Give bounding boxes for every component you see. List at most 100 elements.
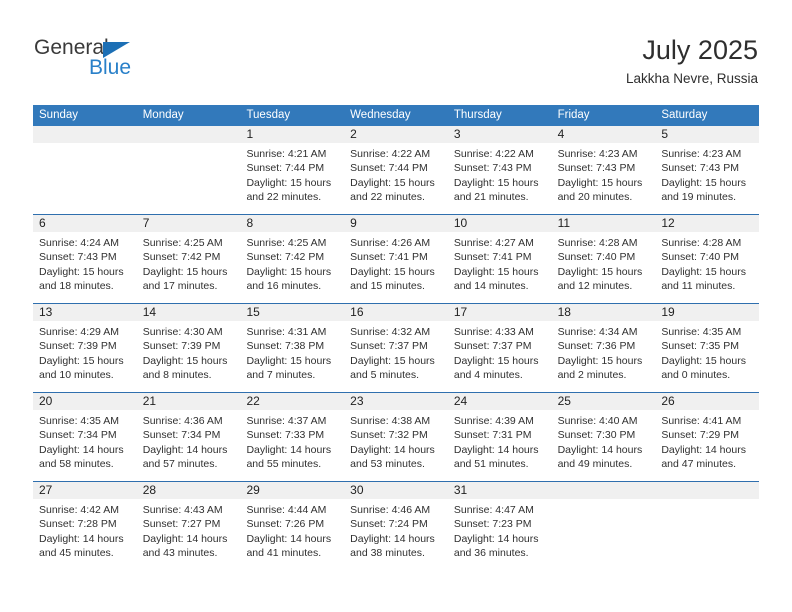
day-number[interactable]: 26 (655, 393, 759, 410)
day-number[interactable]: 23 (344, 393, 448, 410)
calendar-week-row: 1 2 3 4 5 Sunrise: 4:21 AM Sunset: 7:44 PM Dayl… (33, 126, 759, 214)
day-detail-line: Daylight: 15 hours (661, 176, 746, 189)
day-detail-line: Daylight: 14 hours (453, 443, 539, 456)
day-number[interactable]: 19 (655, 304, 759, 321)
day-number[interactable]: 16 (344, 304, 448, 321)
day-detail-line: and 55 minutes. (246, 458, 322, 471)
day-detail-line: Sunrise: 4:41 AM (661, 415, 742, 427)
day-number[interactable]: 3 (448, 126, 552, 143)
day-detail-line: Daylight: 15 hours (350, 265, 435, 278)
day-detail-line: Sunset: 7:36 PM (557, 340, 636, 353)
day-detail-line: Sunset: 7:39 PM (39, 340, 117, 353)
brand-logo[interactable]: General Blue (34, 34, 214, 90)
day-detail-line: and 16 minutes. (246, 280, 322, 293)
day-cell: Sunrise: 4:28 AM Sunset: 7:40 PM Daylight:… (655, 232, 759, 303)
day-detail-line: Sunrise: 4:34 AM (557, 326, 638, 338)
day-detail-line: Sunset: 7:30 PM (557, 429, 636, 442)
day-detail-line: and 58 minutes. (39, 458, 114, 471)
day-detail-line: Sunrise: 4:21 AM (246, 148, 327, 160)
day-detail-line: Daylight: 14 hours (39, 443, 124, 456)
day-cell: Sunrise: 4:21 AM Sunset: 7:44 PM Daylight:… (240, 143, 344, 214)
day-number[interactable]: 15 (240, 304, 344, 321)
weekday-header-wednesday: Wednesday (350, 109, 411, 121)
day-number[interactable]: 14 (137, 304, 241, 321)
day-detail-line: Sunrise: 4:47 AM (453, 504, 534, 516)
day-detail-line: and 21 minutes. (453, 191, 529, 204)
day-number[interactable]: 18 (552, 304, 656, 321)
day-detail-line: Sunrise: 4:39 AM (453, 415, 534, 427)
weekday-header-monday: Monday (142, 109, 184, 121)
day-number[interactable]: 27 (33, 482, 137, 499)
calendar-week-row: 27 28 29 30 31 Sunrise: 4:42 AM Sunset: 7:28 P… (33, 481, 759, 570)
week-daynumber-row: 12345 (33, 126, 759, 143)
day-cell: Sunrise: 4:43 AM Sunset: 7:27 PM Daylight:… (137, 499, 241, 570)
day-detail-line: Sunrise: 4:25 AM (246, 237, 327, 249)
day-number[interactable]: 20 (33, 393, 137, 410)
day-detail-line: Sunset: 7:44 PM (246, 162, 325, 175)
day-number[interactable]: 13 (33, 304, 137, 321)
day-detail-line: and 7 minutes. (246, 369, 316, 382)
day-detail-line: Sunset: 7:26 PM (246, 518, 325, 531)
day-detail-line: Sunset: 7:43 PM (453, 162, 532, 175)
day-number[interactable]: 9 (344, 215, 448, 232)
day-detail-line: Daylight: 15 hours (142, 354, 228, 367)
day-detail-line: and 12 minutes. (557, 280, 633, 293)
day-detail-line: Sunrise: 4:37 AM (246, 415, 327, 427)
day-number[interactable]: 5 (655, 126, 759, 143)
day-number[interactable]: 24 (448, 393, 552, 410)
day-number[interactable]: 25 (552, 393, 656, 410)
day-detail-line: Sunset: 7:29 PM (661, 429, 739, 442)
day-cell: Sunrise: 4:35 AM Sunset: 7:34 PM Daylight:… (33, 410, 137, 481)
page-subtitle: Lakkha Nevre, Russia (625, 71, 758, 86)
day-detail-line: and 18 minutes. (39, 280, 114, 293)
day-detail-line: Sunset: 7:39 PM (142, 340, 221, 353)
day-number[interactable]: 12 (655, 215, 759, 232)
day-detail-line: Sunrise: 4:43 AM (142, 504, 223, 516)
day-detail-line: Sunrise: 4:46 AM (350, 504, 431, 516)
day-number[interactable]: 31 (448, 482, 552, 499)
day-detail-line: Sunrise: 4:23 AM (557, 148, 638, 160)
day-detail-line: Sunset: 7:37 PM (453, 340, 532, 353)
day-detail-line: and 43 minutes. (142, 547, 218, 560)
day-detail-line: and 15 minutes. (350, 280, 425, 293)
day-number[interactable]: 2 (344, 126, 448, 143)
day-detail-line: Sunrise: 4:23 AM (661, 148, 742, 160)
day-cell: Sunrise: 4:26 AM Sunset: 7:41 PM Daylight:… (344, 232, 448, 303)
day-cell: Sunrise: 4:25 AM Sunset: 7:42 PM Daylight:… (240, 232, 344, 303)
day-number[interactable]: 22 (240, 393, 344, 410)
day-detail-line: and 38 minutes. (350, 547, 425, 560)
week-daynumber-row: 13 14 15 16 17 18 19 (33, 304, 759, 321)
day-number[interactable]: 17 (448, 304, 552, 321)
day-number[interactable]: 11 (552, 215, 656, 232)
weekday-header-thursday: Thursday (453, 109, 502, 121)
weekday-header-row: Sunday Monday Tuesday Wednesday Thursday… (33, 105, 759, 126)
day-number[interactable]: 6 (33, 215, 137, 232)
day-detail-line: Sunset: 7:27 PM (142, 518, 221, 531)
day-detail-line: Sunrise: 4:28 AM (557, 237, 638, 249)
day-detail-line: Daylight: 15 hours (453, 354, 539, 367)
calendar-table: Sunday Monday Tuesday Wednesday Thursday… (33, 105, 759, 570)
brand-name-bottom: Blue (89, 56, 132, 79)
day-detail-line: Sunset: 7:38 PM (246, 340, 325, 353)
day-detail-line: Sunrise: 4:25 AM (142, 237, 223, 249)
day-detail-line: Daylight: 14 hours (350, 532, 435, 545)
title-block: July 2025 Lakkha Nevre, Russia (626, 34, 758, 89)
day-number[interactable]: 21 (137, 393, 241, 410)
day-number[interactable]: 4 (552, 126, 656, 143)
day-detail-line: Daylight: 14 hours (350, 443, 435, 456)
day-detail-line: Sunrise: 4:44 AM (246, 504, 327, 516)
day-number[interactable]: 28 (137, 482, 241, 499)
day-detail-line: Sunset: 7:24 PM (350, 518, 428, 531)
day-number[interactable]: 8 (240, 215, 344, 232)
day-detail-line: Daylight: 14 hours (142, 443, 228, 456)
day-number[interactable]: 1 (240, 126, 344, 143)
day-number[interactable]: 10 (448, 215, 552, 232)
day-cell: Sunrise: 4:44 AM Sunset: 7:26 PM Daylight:… (240, 499, 344, 570)
day-detail-line: Daylight: 14 hours (661, 443, 746, 456)
day-detail-line: Sunset: 7:28 PM (39, 518, 117, 531)
day-number[interactable]: 29 (240, 482, 344, 499)
day-number[interactable]: 7 (137, 215, 241, 232)
day-number[interactable]: 30 (344, 482, 448, 499)
calendar-week-row: 6 7 8 9 10 11 12 Sunrise: 4:24 AM Sunset: 7:43 P… (33, 214, 759, 303)
day-cell: Sunrise: 4:22 AM Sunset: 7:43 PM Daylight:… (448, 143, 552, 214)
